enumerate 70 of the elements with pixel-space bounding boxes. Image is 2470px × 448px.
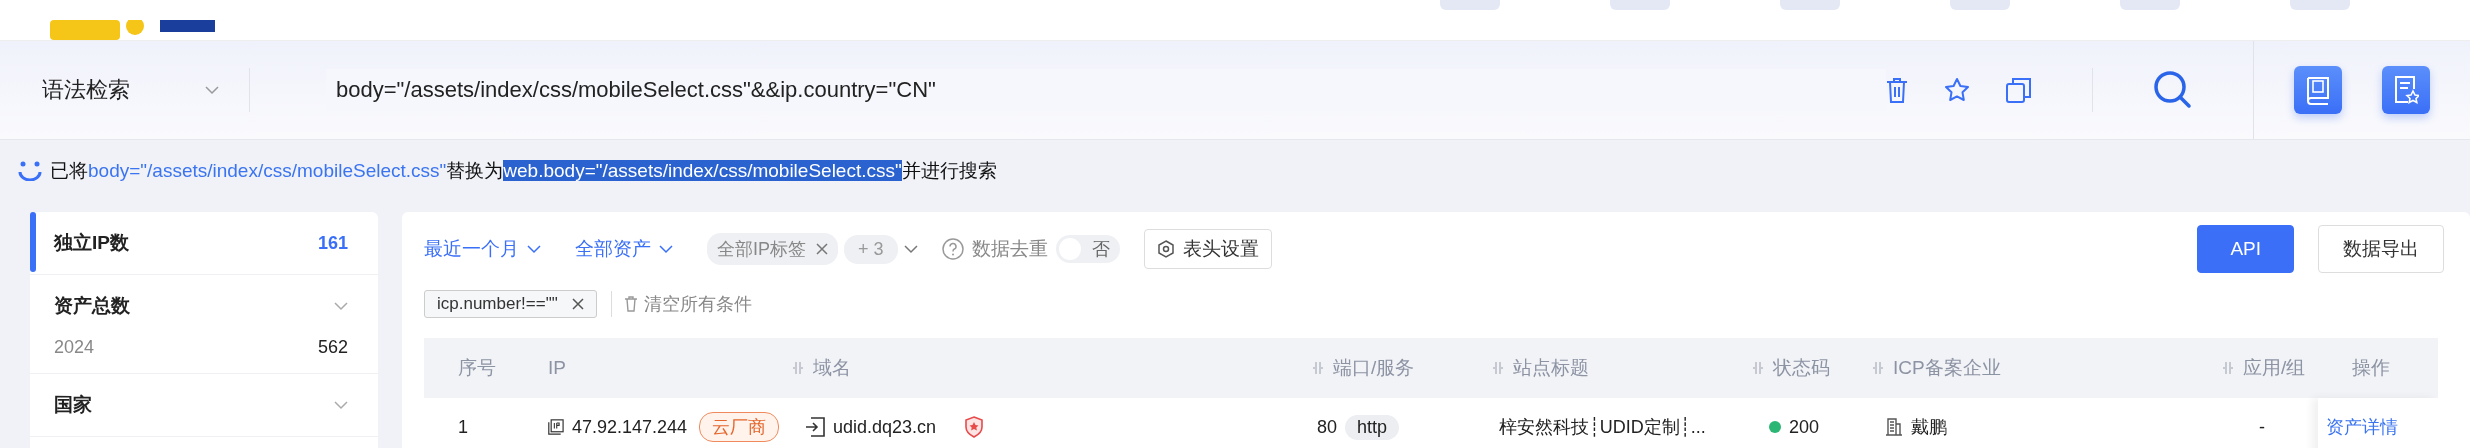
chevron-down-icon (527, 244, 541, 254)
table-cell: - (2259, 416, 2265, 438)
condition-chip[interactable]: icp.number!=="" (424, 290, 597, 318)
table-cell-text: 戴鹏 (1911, 416, 1947, 439)
building-icon (1885, 418, 1903, 436)
column-header: IP (548, 357, 566, 379)
dedupe-toggle[interactable]: 否 (1055, 235, 1120, 263)
close-icon[interactable] (571, 298, 584, 310)
column-header: 端口/服务 (1333, 356, 1415, 380)
table-cell: 47.92.147.244 (571, 416, 687, 438)
document-star-icon (2393, 75, 2419, 105)
close-icon[interactable] (816, 243, 828, 255)
dedupe-label: 数据去重 (971, 237, 1048, 261)
search-mode-dropdown[interactable]: 语法检索 (0, 68, 250, 112)
resize-handle-icon[interactable] (2223, 362, 2233, 374)
help-icon (941, 238, 964, 260)
domain-link[interactable]: udid.dq23.cn (833, 416, 937, 438)
column-settings-button[interactable]: 表头设置 (1143, 229, 1272, 269)
resize-handle-icon[interactable] (793, 362, 803, 374)
search-icon (2153, 70, 2193, 110)
column-header: 序号 (458, 356, 496, 380)
resize-handle-icon[interactable] (1313, 362, 1323, 374)
stat-count: 562 (317, 337, 348, 358)
section-title: 国家 (54, 393, 92, 417)
resize-handle-icon[interactable] (1873, 362, 1883, 374)
api-button[interactable]: API (2197, 225, 2294, 273)
column-header: ICP备案企业 (1893, 356, 2001, 380)
table-cell: 1 (458, 416, 468, 438)
book-icon (2305, 75, 2331, 105)
stat-label: 2024 (54, 337, 95, 358)
column-header: 操作 (2352, 356, 2390, 380)
table-cell-text: 梓安然科技┊UDID定制┊... (1499, 416, 1706, 439)
trash-icon[interactable] (1886, 77, 1908, 103)
chevron-down-icon (903, 244, 918, 254)
book-button[interactable] (2294, 66, 2342, 114)
asset-details-link[interactable]: 资产详情 (2326, 415, 2398, 439)
stats-section[interactable]: 独立IP数 161 (30, 212, 378, 275)
protocol-tag: http (1345, 414, 1400, 440)
table-cell: 200 (1789, 416, 1820, 438)
column-header: 域名 (813, 356, 851, 380)
section-title: 独立IP数 (54, 231, 129, 255)
copy-icon[interactable] (2006, 77, 2032, 103)
resize-handle-icon[interactable] (1753, 362, 1763, 374)
section-title: 资产总数 (54, 294, 130, 318)
stats-section[interactable]: 国家 (30, 374, 378, 437)
gear-icon (1156, 240, 1175, 258)
column-header: 站点标题 (1513, 356, 1589, 380)
ip-tag: 云厂商 (699, 412, 779, 442)
chevron-down-icon (334, 301, 348, 311)
export-button[interactable]: 数据导出 (2318, 225, 2444, 273)
chevron-down-icon (334, 400, 348, 410)
column-header: 应用/组 (2243, 356, 2306, 380)
chevron-down-icon (659, 244, 673, 254)
resize-handle-icon[interactable] (1493, 362, 1503, 374)
smile-icon (18, 161, 42, 181)
shield-icon (964, 416, 985, 438)
column-header: 状态码 (1773, 356, 1830, 380)
stats-section[interactable]: 资产总数 2024 562 (30, 275, 378, 374)
section-count: 161 (317, 232, 348, 254)
filter-dropdown[interactable]: 最近一个月 (424, 236, 551, 262)
ip-icon (548, 417, 564, 437)
trash-icon (623, 296, 638, 312)
chevron-down-icon (205, 85, 219, 95)
filter-dropdown[interactable]: 全部资产 (575, 236, 683, 262)
search-bar[interactable]: 语法检索 body="/assets/index/css/mobileSelect.css"&&ip.country="CN" (0, 41, 2470, 140)
link-arrow-icon (805, 417, 825, 437)
clear-conditions-button[interactable]: 清空所有条件 (610, 291, 758, 317)
star-icon[interactable] (1944, 77, 1970, 103)
table-cell: 80 (1317, 416, 1338, 438)
favorites-button[interactable] (2382, 66, 2430, 114)
